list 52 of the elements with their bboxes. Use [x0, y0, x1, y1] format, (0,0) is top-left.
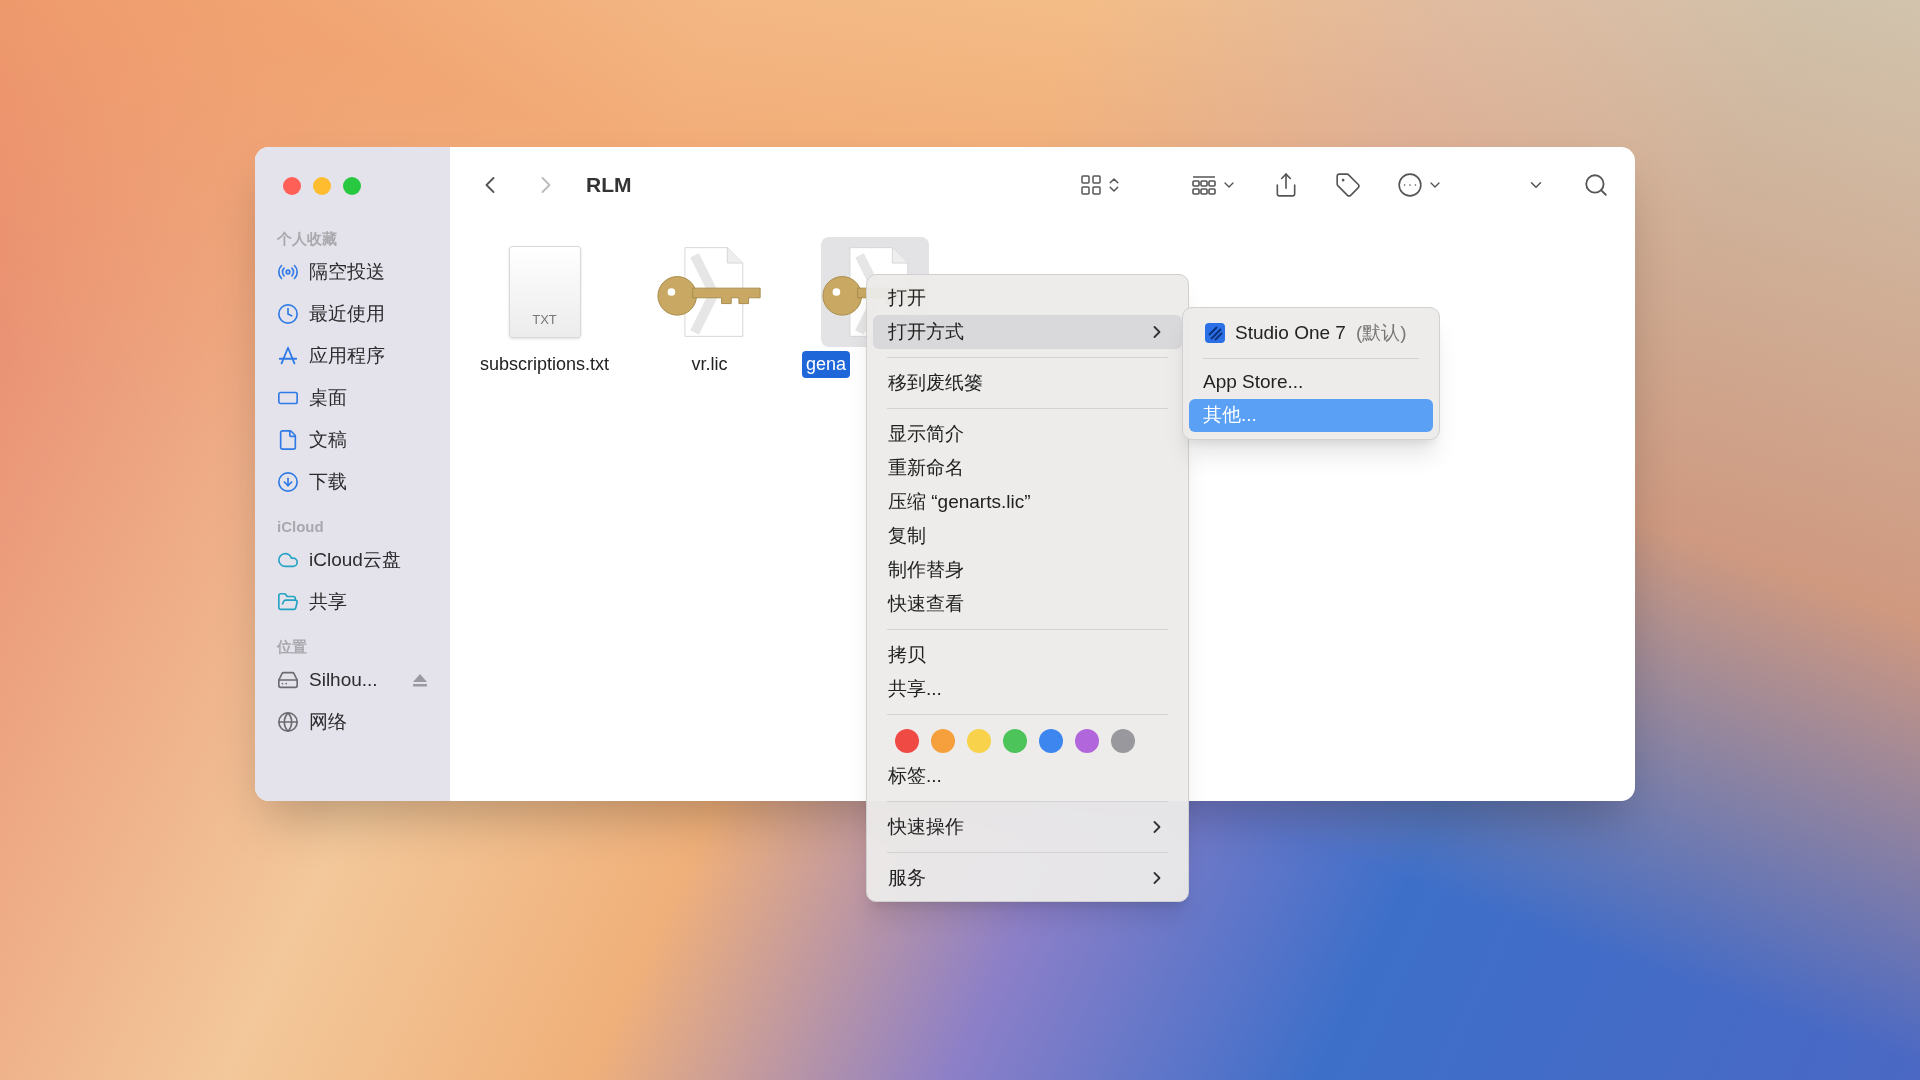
- menu-item[interactable]: 共享...: [873, 672, 1182, 706]
- clock-icon: [277, 303, 299, 325]
- menu-item[interactable]: 快速查看: [873, 587, 1182, 621]
- zoom-button[interactable]: [343, 177, 361, 195]
- file-item[interactable]: TXT: [490, 237, 599, 347]
- menu-item[interactable]: 移到废纸篓: [873, 366, 1182, 400]
- drive-icon: [277, 669, 299, 691]
- shared-folder-icon: [277, 591, 299, 613]
- menu-item[interactable]: App Store...: [1189, 366, 1433, 399]
- tag-icon[interactable]: [1335, 172, 1361, 198]
- globe-icon: [277, 711, 299, 733]
- menu-item[interactable]: 快速操作: [873, 810, 1182, 844]
- menu-item[interactable]: 打开方式: [873, 315, 1182, 349]
- menu-item[interactable]: 重新命名: [873, 451, 1182, 485]
- sidebar-item[interactable]: 应用程序: [277, 335, 428, 377]
- file-name[interactable]: gena: [802, 351, 851, 378]
- key-file-icon: [655, 244, 764, 340]
- app-icon: [1205, 323, 1225, 343]
- menu-item[interactable]: 压缩 “genarts.lic”: [873, 485, 1182, 519]
- menu-item[interactable]: 打开: [873, 281, 1182, 315]
- sidebar-heading: 个人收藏: [277, 229, 338, 249]
- sidebar-item[interactable]: 隔空投送: [277, 251, 428, 293]
- menu-item[interactable]: 拷贝: [873, 638, 1182, 672]
- file-name[interactable]: subscriptions.txt: [475, 351, 614, 378]
- menu-item[interactable]: Studio One 7 (默认): [1189, 315, 1433, 351]
- menu-item[interactable]: 服务: [873, 861, 1182, 895]
- sidebar-item[interactable]: 网络: [277, 701, 428, 743]
- sidebar-heading: 位置: [277, 637, 308, 657]
- grid-icon: [1079, 173, 1103, 197]
- window-title: RLM: [586, 172, 632, 199]
- sidebar-item[interactable]: 最近使用: [277, 293, 428, 335]
- menu-item[interactable]: 标签...: [873, 759, 1182, 793]
- sidebar-item[interactable]: iCloud云盘: [277, 539, 428, 581]
- apps-icon: [277, 345, 299, 367]
- download-icon: [277, 471, 299, 493]
- menu-item[interactable]: 制作替身: [873, 553, 1182, 587]
- list-view-icon: [1191, 173, 1217, 197]
- sidebar-item[interactable]: 桌面: [277, 377, 428, 419]
- menu-item[interactable]: 显示简介: [873, 417, 1182, 451]
- file-name[interactable]: vr.lic: [687, 351, 732, 378]
- eject-icon[interactable]: [412, 673, 428, 687]
- search-icon[interactable]: [1583, 172, 1609, 198]
- file-type-label: TXT: [532, 310, 557, 329]
- sidebar-item[interactable]: 共享: [277, 581, 428, 623]
- sidebar-item[interactable]: 文稿: [277, 419, 428, 461]
- close-button[interactable]: [283, 177, 301, 195]
- menu-item[interactable]: 复制: [873, 519, 1182, 553]
- document-icon: [277, 429, 299, 451]
- sidebar-item[interactable]: Silhou...: [277, 659, 428, 701]
- ellipsis-icon: [1397, 172, 1423, 198]
- sidebar-heading: iCloud: [277, 517, 325, 537]
- sidebar-item[interactable]: 下载: [277, 461, 428, 503]
